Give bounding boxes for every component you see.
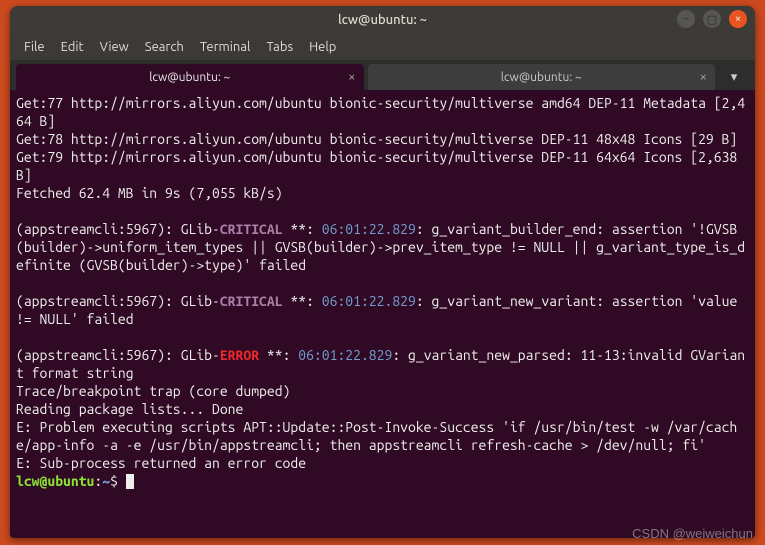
menu-help[interactable]: Help [303, 38, 342, 56]
terminal-output[interactable]: Get:77 http://mirrors.aliyun.com/ubuntu … [10, 90, 755, 538]
output-line: Get:79 http://mirrors.aliyun.com/ubuntu … [16, 149, 745, 183]
prompt-line: lcw@ubuntu:~$ [16, 473, 134, 489]
window-controls: – ▢ × [677, 10, 747, 28]
menu-file[interactable]: File [18, 38, 51, 56]
critical-label: CRITICAL [220, 293, 283, 309]
tab-label: lcw@ubuntu: ~ [501, 71, 582, 84]
output-line: (appstreamcli:5967): GLib-ERROR **: 06:0… [16, 347, 745, 381]
close-icon[interactable]: × [700, 70, 707, 84]
output-line: Fetched 62.4 MB in 9s (7,055 kB/s) [16, 185, 283, 201]
error-label: ERROR [220, 347, 259, 363]
menu-terminal[interactable]: Terminal [194, 38, 257, 56]
maximize-button[interactable]: ▢ [703, 10, 721, 28]
menu-tabs[interactable]: Tabs [260, 38, 299, 56]
titlebar: lcw@ubuntu: ~ – ▢ × [10, 6, 755, 34]
timestamp: 06:01:22.829 [322, 293, 416, 309]
tab-2[interactable]: lcw@ubuntu: ~ × [368, 64, 716, 90]
output-line: Get:77 http://mirrors.aliyun.com/ubuntu … [16, 95, 745, 129]
window-title: lcw@ubuntu: ~ [338, 13, 427, 27]
tab-label: lcw@ubuntu: ~ [149, 71, 230, 84]
output-line: Trace/breakpoint trap (core dumped) [16, 383, 290, 399]
menu-view[interactable]: View [94, 38, 135, 56]
output-line: E: Sub-process returned an error code [16, 455, 306, 471]
menu-search[interactable]: Search [139, 38, 190, 56]
tabbar: lcw@ubuntu: ~ × lcw@ubuntu: ~ × ▾ [10, 60, 755, 90]
close-button[interactable]: × [729, 10, 747, 28]
output-line: Get:78 http://mirrors.aliyun.com/ubuntu … [16, 131, 737, 147]
cursor [126, 474, 134, 489]
close-icon[interactable]: × [348, 70, 355, 84]
tab-1[interactable]: lcw@ubuntu: ~ × [16, 64, 364, 90]
prompt-path: ~ [102, 473, 110, 489]
output-line: (appstreamcli:5967): GLib-CRITICAL **: 0… [16, 293, 745, 327]
output-line: E: Problem executing scripts APT::Update… [16, 419, 737, 453]
menubar: File Edit View Search Terminal Tabs Help [10, 34, 755, 60]
timestamp: 06:01:22.829 [298, 347, 392, 363]
timestamp: 06:01:22.829 [322, 221, 416, 237]
output-line: Reading package lists... Done [16, 401, 243, 417]
new-tab-button[interactable]: ▾ [719, 64, 749, 90]
critical-label: CRITICAL [220, 221, 283, 237]
prompt-user: lcw@ubuntu [16, 473, 94, 489]
watermark: CSDN @weiweichun [632, 526, 753, 541]
menu-edit[interactable]: Edit [55, 38, 90, 56]
terminal-window: lcw@ubuntu: ~ – ▢ × File Edit View Searc… [10, 6, 755, 538]
minimize-button[interactable]: – [677, 10, 695, 28]
output-line: (appstreamcli:5967): GLib-CRITICAL **: 0… [16, 221, 745, 273]
